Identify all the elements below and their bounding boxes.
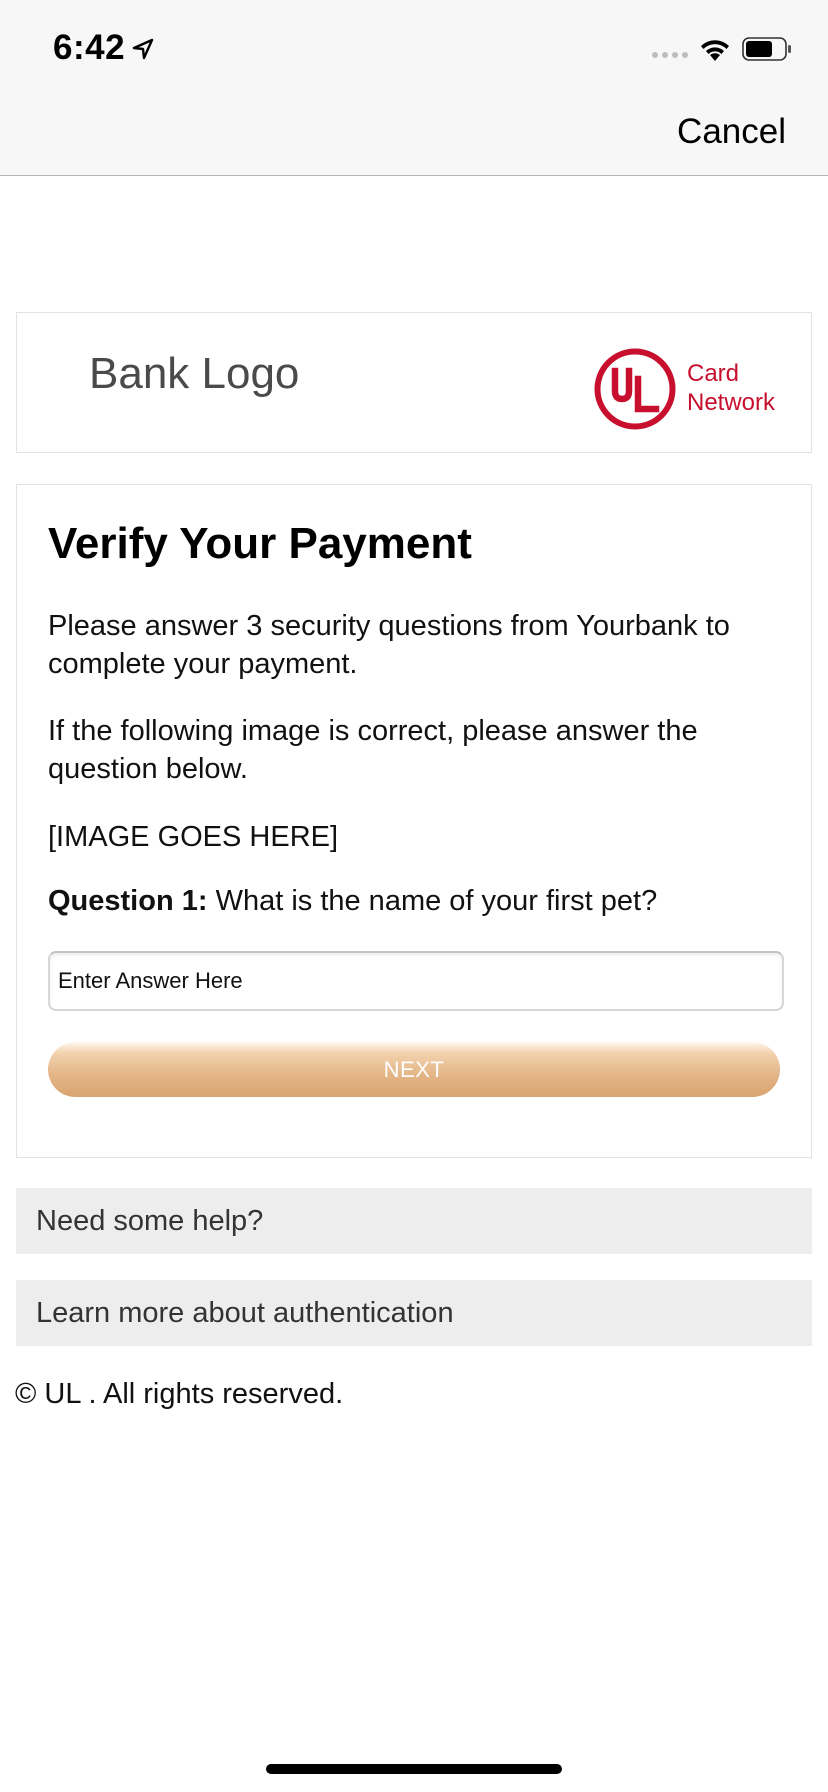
home-indicator[interactable] <box>266 1764 562 1774</box>
battery-icon <box>742 37 791 61</box>
question-label: Question 1: <box>48 885 208 917</box>
verify-payment-panel: Verify Your Payment Please answer 3 secu… <box>16 484 812 1158</box>
next-button[interactable]: NEXT <box>48 1042 780 1097</box>
page-title: Verify Your Payment <box>48 519 472 568</box>
learn-more-link[interactable]: Learn more about authentication <box>16 1280 812 1346</box>
wifi-icon <box>701 40 729 61</box>
security-question: Question 1: What is the name of your fir… <box>48 885 657 918</box>
status-bar: 6:42 <box>0 0 828 98</box>
image-placeholder: [IMAGE GOES HERE] <box>48 821 339 853</box>
status-time: 6:42 <box>53 28 126 67</box>
signal-icon <box>652 52 688 58</box>
image-confirm-text: If the following image is correct, pleas… <box>48 715 698 785</box>
nav-bar: Cancel <box>0 98 828 176</box>
copyright-text: © UL . All rights reserved. <box>15 1378 344 1410</box>
instructions-text: Please answer 3 security questions from … <box>48 610 730 680</box>
question-text: What is the name of your first pet? <box>207 885 658 917</box>
location-arrow-icon <box>132 38 154 60</box>
card-network-label: Card Network <box>687 360 776 416</box>
bank-logo: Bank Logo <box>89 349 300 398</box>
ul-logo-icon <box>594 348 676 430</box>
need-help-link[interactable]: Need some help? <box>16 1188 812 1254</box>
cancel-button[interactable]: Cancel <box>677 112 786 152</box>
answer-input[interactable] <box>48 951 784 1011</box>
logo-header: Bank Logo Card Network <box>16 312 812 453</box>
